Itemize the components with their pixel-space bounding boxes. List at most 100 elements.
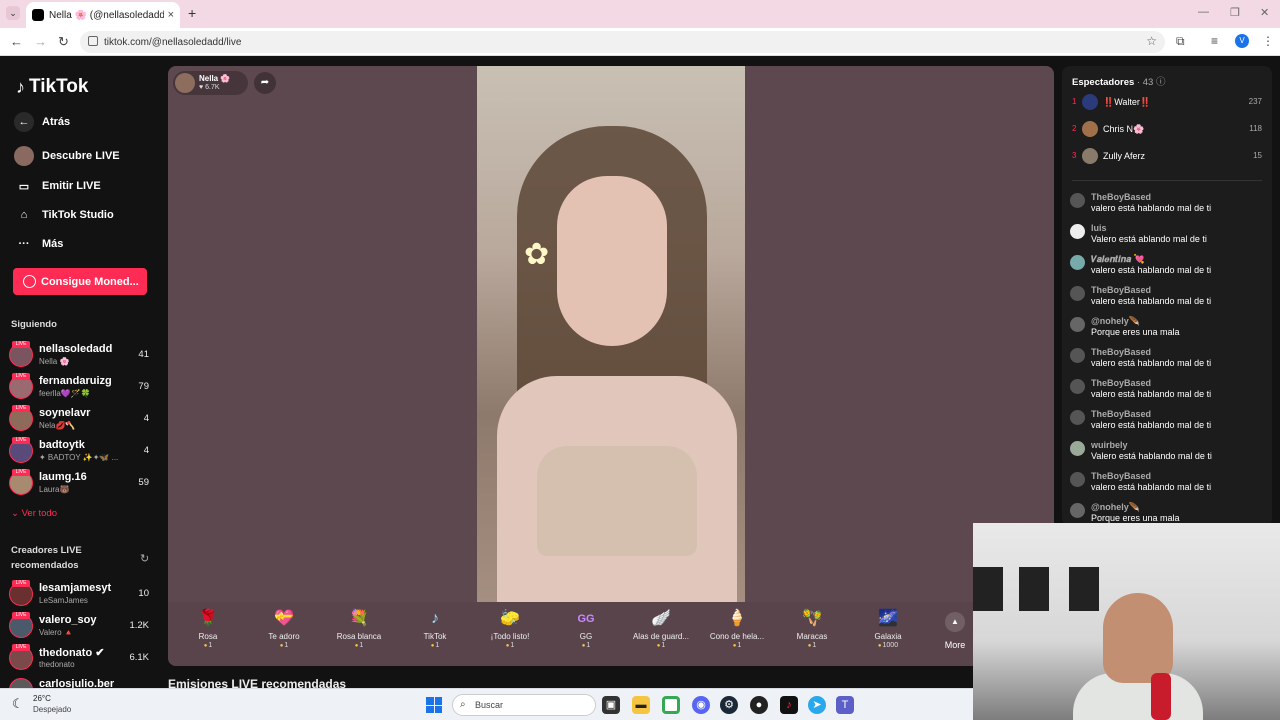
gift-item[interactable]: 🪽Alas de guard...1 <box>626 608 696 649</box>
recommended-item[interactable]: LIVE valero_soy Valero 🔺 1.2K <box>9 612 151 642</box>
gift-item[interactable]: GGGG1 <box>551 608 621 649</box>
extensions-icon[interactable]: ⧉ <box>1176 34 1185 49</box>
minimize-icon[interactable]: — <box>1198 6 1209 18</box>
streamer-person <box>1103 593 1173 683</box>
gift-item[interactable]: 🪇Maracas1 <box>777 608 847 649</box>
chat-message[interactable]: 𝑽𝒂𝒍𝒆𝒏𝒕𝒊𝒏𝒂 💘 valero está hablando mal de t… <box>1070 254 1266 282</box>
obs-icon[interactable]: ● <box>750 696 768 714</box>
windows-start-icon[interactable] <box>426 697 442 713</box>
chat-message[interactable]: TheBoyBased valero está hablando mal de t… <box>1070 409 1266 437</box>
gift-bar: 🌹Rosa1 💝Te adoro1 💐Rosa blanca1 ♪TikTok1… <box>168 602 1054 666</box>
ice-cream-icon: 🍦 <box>727 610 747 627</box>
recommended-title: Creadores LIVE recomendados <box>11 545 82 571</box>
chat-message[interactable]: TheBoyBased valero está hablando mal de t… <box>1070 347 1266 375</box>
profile-avatar[interactable]: V <box>1235 34 1249 48</box>
tiktok-app-icon[interactable]: ♪ <box>780 696 798 714</box>
forward-icon[interactable]: → <box>34 34 47 49</box>
site-info-icon[interactable] <box>88 36 98 46</box>
host-info[interactable]: Nella 🌸 ♥ 6.7K <box>173 71 248 95</box>
back-arrow-icon: ← <box>14 112 34 132</box>
following-title: Siguiendo <box>11 319 57 330</box>
recommended-item[interactable]: LIVE thedonato ✔ thedonato 6.1K <box>9 644 151 674</box>
recommended-item[interactable]: LIVE lesamjamesyt LeSamJames 10 <box>9 580 151 610</box>
avatar <box>1082 148 1098 164</box>
close-tab-icon[interactable]: × <box>168 9 174 21</box>
following-item[interactable]: LIVE fernandaruizg feerlla💜🪄🍀 79 <box>9 373 151 403</box>
avatar <box>1070 503 1085 518</box>
nav-more[interactable]: ··· Más <box>14 234 64 254</box>
poster <box>973 567 1003 611</box>
live-video[interactable]: ✿ <box>477 66 745 606</box>
chat-message[interactable]: TheBoyBased valero está hablando mal de t… <box>1070 471 1266 499</box>
chat-message[interactable]: TheBoyBased valero está hablando mal de t… <box>1070 285 1266 313</box>
viewers-header[interactable]: Espectadores · 43 ⓘ <box>1072 74 1165 88</box>
steam-icon[interactable]: ⚙ <box>720 696 738 714</box>
back-icon[interactable]: ← <box>10 34 23 49</box>
recommended-item[interactable]: carlosjulio.ber <box>9 676 151 688</box>
gift-item[interactable]: 🍦Cono de hela...1 <box>702 608 772 649</box>
chat-message[interactable]: @nohely🪶 Porque eres una mala <box>1070 316 1266 344</box>
get-coins-button[interactable]: Consigue Moned... <box>13 268 147 295</box>
nav-tiktok-studio[interactable]: ⌂ TikTok Studio <box>14 205 114 225</box>
chat-message[interactable]: TheBoyBased valero está hablando mal de t… <box>1070 378 1266 406</box>
following-item[interactable]: LIVE soynelavr Nela💋🪓 4 <box>9 405 151 435</box>
refresh-icon[interactable]: ↻ <box>140 552 149 565</box>
task-view-icon[interactable]: ▣ <box>602 696 620 714</box>
taskbar-search[interactable]: ⌕ Buscar <box>452 694 596 716</box>
more-gifts-button[interactable]: ▲ More <box>938 612 972 650</box>
media-controls-icon[interactable]: ≡ <box>1211 34 1218 48</box>
sponge-icon: 🧽 <box>500 610 520 627</box>
maximize-icon[interactable]: ❐ <box>1230 6 1240 19</box>
nav-go-live[interactable]: ▭ Emitir LIVE <box>14 176 101 196</box>
gift-item[interactable]: ♪TikTok1 <box>400 608 470 649</box>
host-avatar <box>175 73 195 93</box>
top-viewer[interactable]: 3 Zully Aferz 15 <box>1072 148 1262 166</box>
windows-taskbar: ☾ 26°C Despejado ⌕ Buscar ▣ ▬ ◉ ⚙ ● ♪ ➤ … <box>0 688 973 720</box>
video-content <box>557 176 667 346</box>
nav-discover-live[interactable]: Descubre LIVE <box>14 146 120 166</box>
divider <box>1072 180 1262 181</box>
teams-icon[interactable]: T <box>836 696 854 714</box>
discord-icon[interactable]: ◉ <box>692 696 710 714</box>
avatar <box>1070 224 1085 239</box>
see-all-link[interactable]: ⌄ Ver todo <box>11 508 57 519</box>
tiktok-logo[interactable]: ♪ TikTok <box>16 76 88 98</box>
info-icon[interactable]: ⓘ <box>1156 77 1166 88</box>
telegram-icon[interactable]: ➤ <box>808 696 826 714</box>
gift-item[interactable]: 🧽¡Todo listo!1 <box>475 608 545 649</box>
reload-icon[interactable]: ↻ <box>58 34 69 50</box>
url-text: tiktok.com/@nellasoledadd/live <box>104 36 242 48</box>
live-avatar-icon <box>14 146 34 166</box>
new-tab-icon[interactable]: + <box>188 5 196 21</box>
chat-message[interactable]: wuirbely Valero está hablando mal de ti <box>1070 440 1266 468</box>
close-window-icon[interactable]: ✕ <box>1260 6 1269 19</box>
host-likes: ♥ 6.7K <box>199 84 220 91</box>
following-item[interactable]: LIVE badtoytk ✦ BADTOY ✨✦🦋 ... 4 <box>9 437 151 467</box>
bookmark-star-icon[interactable]: ☆ <box>1146 34 1157 48</box>
nav-back[interactable]: ← Atrás <box>14 112 70 132</box>
browser-tab[interactable]: Nella 🌸 (@nellasoledadd) ... × <box>26 2 180 28</box>
webcam-overlay <box>973 523 1280 720</box>
chat-message[interactable]: TheBoyBased valero está hablando mal de t… <box>1070 192 1266 220</box>
gift-item[interactable]: 💐Rosa blanca1 <box>324 608 394 649</box>
poster <box>1019 567 1049 611</box>
gift-item[interactable]: 💝Te adoro1 <box>249 608 319 649</box>
url-bar[interactable]: tiktok.com/@nellasoledadd/live ☆ <box>80 31 1165 53</box>
file-explorer-icon[interactable]: ▬ <box>632 696 650 714</box>
live-player[interactable]: ✿ Nella 🌸 ♥ 6.7K ➦ 🌹Rosa1 💝Te adoro1 💐Ro… <box>168 66 1054 666</box>
chat-message[interactable]: luis Valero está ablando mal de ti <box>1070 223 1266 251</box>
browser-menu-icon[interactable]: ⋮ <box>1262 34 1274 48</box>
gift-item[interactable]: 🌌Galaxia1000 <box>853 608 923 649</box>
more-dots-icon: ··· <box>18 238 30 250</box>
following-item[interactable]: LIVE nellasoledadd Nella 🌸 41 <box>9 341 151 371</box>
share-icon[interactable]: ➦ <box>254 72 276 94</box>
top-viewer[interactable]: 1 ‼️Walter‼️ 237 <box>1072 94 1262 112</box>
gift-item[interactable]: 🌹Rosa1 <box>173 608 243 649</box>
studio-icon: ⌂ <box>20 209 28 221</box>
tab-search-icon[interactable]: ⌄ <box>6 6 20 20</box>
chrome-icon[interactable] <box>662 696 680 714</box>
rose-icon: 🌹 <box>198 610 218 627</box>
top-viewer[interactable]: 2 Chris N🌸 118 <box>1072 121 1262 139</box>
following-item[interactable]: LIVE laumg.16 Laura🐻 59 <box>9 469 151 499</box>
heart-gift-icon: 💝 <box>274 610 294 627</box>
